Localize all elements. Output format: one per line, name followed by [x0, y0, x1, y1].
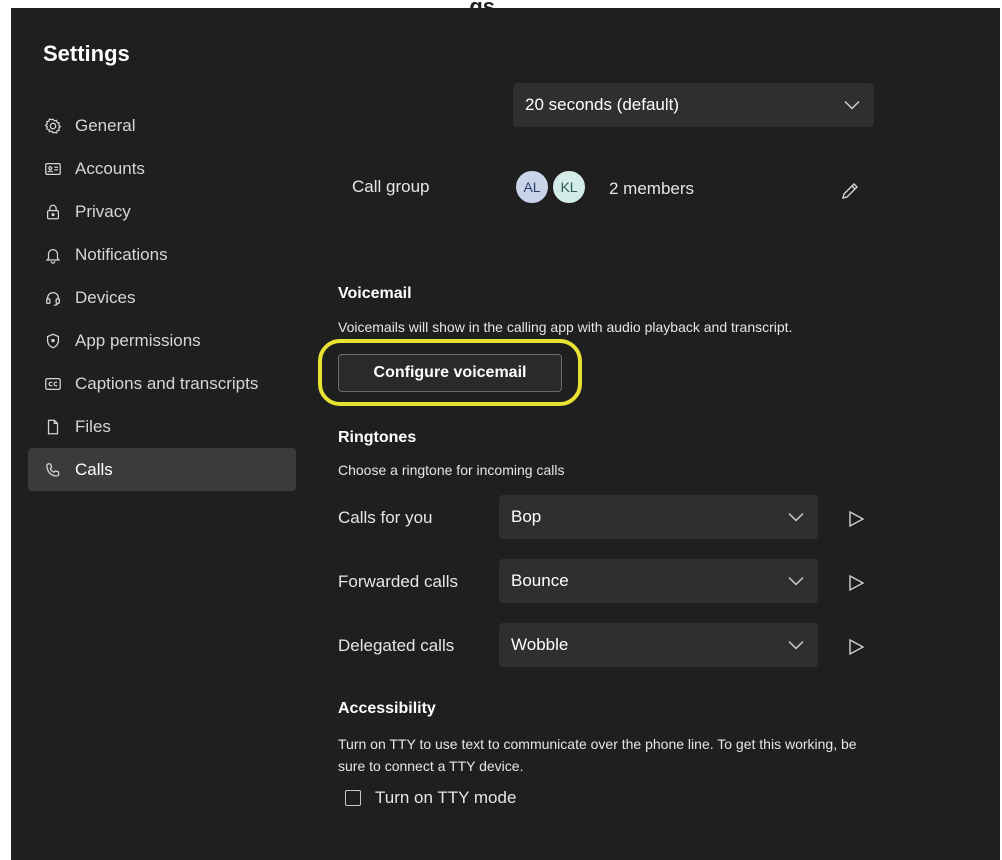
sidebar-item-label: Accounts: [75, 158, 145, 178]
gear-icon: [43, 116, 63, 136]
configure-voicemail-button[interactable]: Configure voicemail: [338, 354, 562, 392]
settings-window: ...gs Settings General Accounts Privacy …: [11, 0, 1000, 860]
voicemail-description: Voicemails will show in the calling app …: [338, 319, 793, 335]
sidebar-item-privacy[interactable]: Privacy: [28, 190, 296, 233]
play-icon[interactable]: [847, 638, 865, 656]
play-icon[interactable]: [847, 510, 865, 528]
chevron-down-icon: [788, 640, 804, 650]
avatar: KL: [551, 169, 587, 205]
sidebar-item-label: Files: [75, 416, 111, 436]
ringtone-row-label: Forwarded calls: [338, 572, 458, 591]
sidebar-item-files[interactable]: Files: [28, 405, 296, 448]
sidebar-item-app-permissions[interactable]: App permissions: [28, 319, 296, 362]
lock-icon: [43, 202, 63, 222]
headset-icon: [43, 288, 63, 308]
ringtone-calls-for-you-dropdown[interactable]: Bop: [499, 495, 818, 539]
chevron-down-icon: [844, 100, 860, 110]
bell-icon: [43, 245, 63, 265]
sidebar-item-label: General: [75, 115, 136, 135]
call-group-members: 2 members: [609, 179, 695, 198]
tty-checkbox[interactable]: [345, 790, 361, 806]
accessibility-description: Turn on TTY to use text to communicate o…: [338, 736, 857, 774]
dropdown-value: Bop: [511, 507, 542, 526]
ringtone-forwarded-dropdown[interactable]: Bounce: [499, 559, 818, 603]
phone-icon: [43, 460, 63, 480]
sidebar-item-label: Notifications: [75, 244, 168, 264]
ringtones-description: Choose a ringtone for incoming calls: [338, 462, 565, 478]
dropdown-value: Wobble: [511, 635, 569, 654]
shield-icon: [43, 331, 63, 351]
call-timeout-dropdown[interactable]: 20 seconds (default): [513, 83, 874, 127]
window-title-partial: ...gs: [451, 0, 496, 19]
sidebar-item-devices[interactable]: Devices: [28, 276, 296, 319]
sidebar-item-calls[interactable]: Calls: [28, 448, 296, 491]
play-icon[interactable]: [847, 574, 865, 592]
sidebar-item-label: Devices: [75, 287, 136, 307]
ringtone-row-label: Calls for you: [338, 508, 433, 527]
avatar: AL: [514, 169, 550, 205]
accessibility-heading: Accessibility: [338, 700, 436, 717]
dropdown-value: Bounce: [511, 571, 569, 590]
sidebar-item-label: App permissions: [75, 330, 201, 350]
tty-checkbox-label[interactable]: Turn on TTY mode: [375, 788, 516, 808]
chevron-down-icon: [788, 512, 804, 522]
call-group-label: Call group: [352, 177, 430, 196]
pencil-icon[interactable]: [839, 180, 861, 202]
sidebar-item-accounts[interactable]: Accounts: [28, 147, 296, 190]
sidebar-item-captions[interactable]: Captions and transcripts: [28, 362, 296, 405]
sidebar-item-notifications[interactable]: Notifications: [28, 233, 296, 276]
id-card-icon: [43, 159, 63, 179]
sidebar-item-general[interactable]: General: [28, 104, 296, 147]
sidebar-item-label: Captions and transcripts: [75, 373, 259, 393]
page-title: Settings: [43, 41, 130, 66]
chevron-down-icon: [788, 576, 804, 586]
captions-icon: [43, 374, 63, 394]
settings-sidebar: General Accounts Privacy Notifications D…: [28, 104, 296, 491]
sidebar-item-label: Calls: [75, 459, 113, 479]
file-icon: [43, 417, 63, 437]
sidebar-item-label: Privacy: [75, 201, 131, 221]
ringtones-heading: Ringtones: [338, 429, 417, 446]
ringtone-row-label: Delegated calls: [338, 636, 455, 655]
voicemail-heading: Voicemail: [338, 285, 412, 302]
dropdown-value: 20 seconds (default): [525, 95, 680, 114]
ringtone-delegated-dropdown[interactable]: Wobble: [499, 623, 818, 667]
